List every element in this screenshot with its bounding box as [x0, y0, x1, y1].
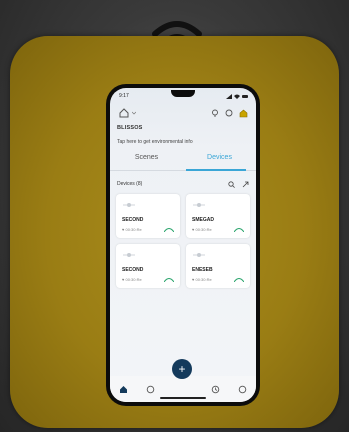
device-card[interactable]: SMEGAD ♥ 00:30:Re — [186, 194, 250, 238]
device-sub: ♥ 00:30:Re — [192, 277, 212, 282]
device-card[interactable]: ENESEB ♥ 00:30:Re — [186, 244, 250, 288]
device-signal-icon — [234, 278, 244, 282]
home-title[interactable]: BLISSOS — [117, 125, 143, 131]
device-name: SECOND — [122, 217, 144, 223]
cloud-icon[interactable] — [211, 109, 219, 117]
device-icon — [123, 203, 135, 207]
nav-automation-icon[interactable] — [211, 385, 220, 394]
tab-bar: Scenes Devices — [110, 154, 256, 168]
home-icon[interactable] — [119, 108, 129, 118]
top-bar — [119, 107, 248, 119]
signal-icon — [226, 93, 232, 99]
battery-icon — [242, 94, 248, 98]
device-sub: ♥ 00:30:Re — [122, 277, 142, 282]
wifi-status-icon — [234, 94, 240, 99]
tab-active-indicator — [186, 169, 246, 171]
sort-icon[interactable] — [242, 181, 249, 188]
device-name: ENESEB — [192, 267, 213, 273]
status-bar: 9:17 — [119, 93, 248, 99]
home-indicator — [160, 397, 206, 399]
nav-scenes-icon[interactable] — [146, 385, 155, 394]
status-time: 9:17 — [119, 93, 129, 99]
device-icon — [193, 203, 205, 207]
device-card[interactable]: SECOND ♥ 00:30:Re — [116, 194, 180, 238]
nav-profile-icon[interactable] — [238, 385, 247, 394]
background-stage: 9:17 BLISSOS Tap here to get environment… — [0, 0, 349, 432]
gift-icon[interactable] — [239, 109, 248, 118]
devices-count-label[interactable]: Devices (8) — [117, 181, 142, 187]
chevron-down-icon[interactable] — [132, 111, 136, 115]
nav-home-icon[interactable] — [119, 385, 128, 394]
search-icon[interactable] — [228, 180, 235, 188]
device-icon — [193, 253, 205, 257]
add-button[interactable]: + — [172, 359, 192, 379]
tab-scenes[interactable]: Scenes — [110, 154, 183, 168]
bulb-icon[interactable] — [225, 109, 233, 117]
device-icon — [123, 253, 135, 257]
device-name: SMEGAD — [192, 217, 214, 223]
device-sub: ♥ 00:30:Re — [192, 227, 212, 232]
device-sub: ♥ 00:30:Re — [122, 227, 142, 232]
tab-devices[interactable]: Devices — [183, 154, 256, 168]
device-card[interactable]: SECOND ♥ 00:30:Re — [116, 244, 180, 288]
env-hint[interactable]: Tap here to get environmental info — [117, 139, 193, 145]
add-label: + — [178, 362, 186, 376]
devices-header: Devices (8) — [117, 179, 249, 189]
device-name: SECOND — [122, 267, 144, 273]
phone-screen: 9:17 BLISSOS Tap here to get environment… — [110, 88, 256, 402]
device-signal-icon — [234, 228, 244, 232]
device-signal-icon — [164, 228, 174, 232]
device-signal-icon — [164, 278, 174, 282]
